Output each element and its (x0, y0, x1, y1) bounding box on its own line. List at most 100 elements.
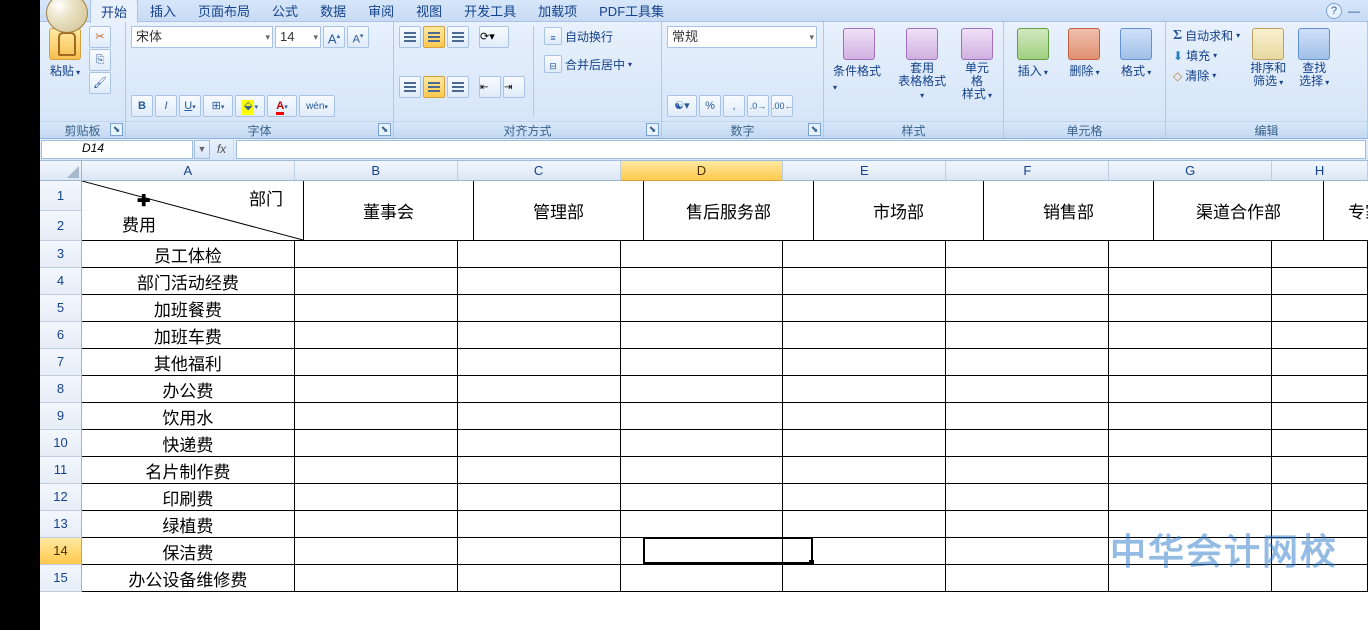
cell-A9[interactable]: 饮用水 (82, 403, 295, 430)
cell-C7[interactable] (458, 349, 621, 376)
cell-H4[interactable] (1272, 268, 1368, 295)
cell-A14[interactable]: 保洁费 (82, 538, 295, 565)
align-middle-button[interactable] (423, 26, 445, 48)
cell-B13[interactable] (295, 511, 458, 538)
cell-G6[interactable] (1109, 322, 1272, 349)
cell-D14[interactable] (621, 538, 784, 565)
cell-C6[interactable] (458, 322, 621, 349)
cell-G7[interactable] (1109, 349, 1272, 376)
cell-E3[interactable] (783, 241, 946, 268)
cell-A3[interactable]: 员工体检 (82, 241, 295, 268)
cell-H8[interactable] (1272, 376, 1368, 403)
cell-A6[interactable]: 加班车费 (82, 322, 295, 349)
font-launcher[interactable]: ⬊ (378, 123, 391, 136)
cell-D3[interactable] (621, 241, 784, 268)
tab-2[interactable]: 页面布局 (188, 0, 260, 23)
cell-H5[interactable] (1272, 295, 1368, 322)
row-header-7[interactable]: 7 (40, 349, 82, 376)
align-center-button[interactable] (423, 76, 445, 98)
row-header-3[interactable]: 3 (40, 241, 82, 268)
cell-D5[interactable] (621, 295, 784, 322)
dept-header-2[interactable]: 售后服务部 (644, 181, 814, 241)
name-box[interactable]: D14 (41, 140, 193, 159)
font-color-button[interactable]: A▾ (267, 95, 297, 117)
cell-B12[interactable] (295, 484, 458, 511)
cell-F4[interactable] (946, 268, 1109, 295)
help-icon[interactable]: ? (1326, 3, 1342, 19)
sort-filter-button[interactable]: 排序和 筛选 (1246, 26, 1290, 90)
cell-G10[interactable] (1109, 430, 1272, 457)
cell-G4[interactable] (1109, 268, 1272, 295)
row-header-13[interactable]: 13 (40, 511, 82, 538)
tab-9[interactable]: PDF工具集 (589, 0, 674, 23)
cell-C8[interactable] (458, 376, 621, 403)
align-right-button[interactable] (447, 76, 469, 98)
cell-F9[interactable] (946, 403, 1109, 430)
format-painter-button[interactable]: 🖌 (89, 72, 111, 94)
align-left-button[interactable] (399, 76, 421, 98)
orientation-button[interactable]: ⟳▾ (479, 26, 509, 48)
bold-button[interactable]: B (131, 95, 153, 117)
col-header-C[interactable]: C (458, 161, 621, 181)
cell-D8[interactable] (621, 376, 784, 403)
increase-indent-button[interactable]: ⇥ (503, 76, 525, 98)
cell-D10[interactable] (621, 430, 784, 457)
cell-C11[interactable] (458, 457, 621, 484)
cell-H15[interactable] (1272, 565, 1368, 592)
cell-G15[interactable] (1109, 565, 1272, 592)
row-header-4[interactable]: 4 (40, 268, 82, 295)
cell-F5[interactable] (946, 295, 1109, 322)
cell-D11[interactable] (621, 457, 784, 484)
tab-7[interactable]: 开发工具 (454, 0, 526, 23)
cell-B11[interactable] (295, 457, 458, 484)
cell-F13[interactable] (946, 511, 1109, 538)
cell-H13[interactable] (1272, 511, 1368, 538)
format-as-table-button[interactable]: 套用 表格格式 (892, 26, 951, 104)
cell-B7[interactable] (295, 349, 458, 376)
col-header-E[interactable]: E (783, 161, 946, 181)
align-bottom-button[interactable] (447, 26, 469, 48)
diagonal-header-cell[interactable]: 部门费用 (82, 181, 304, 241)
cell-C12[interactable] (458, 484, 621, 511)
tab-5[interactable]: 审阅 (358, 0, 404, 23)
cell-C14[interactable] (458, 538, 621, 565)
cell-H6[interactable] (1272, 322, 1368, 349)
cell-C5[interactable] (458, 295, 621, 322)
cell-E10[interactable] (783, 430, 946, 457)
cell-B8[interactable] (295, 376, 458, 403)
tab-1[interactable]: 插入 (140, 0, 186, 23)
paste-button[interactable]: 粘贴 (45, 26, 85, 81)
cell-F10[interactable] (946, 430, 1109, 457)
cell-E11[interactable] (783, 457, 946, 484)
decrease-decimal-button[interactable]: .00← (771, 95, 793, 117)
cell-G14[interactable] (1109, 538, 1272, 565)
increase-font-button[interactable]: A▴ (323, 26, 345, 48)
row-header-11[interactable]: 11 (40, 457, 82, 484)
cell-styles-button[interactable]: 单元格 样式 (956, 26, 998, 104)
cell-E8[interactable] (783, 376, 946, 403)
cell-A5[interactable]: 加班餐费 (82, 295, 295, 322)
tab-0[interactable]: 开始 (90, 0, 138, 23)
cell-A12[interactable]: 印刷费 (82, 484, 295, 511)
name-box-dropdown[interactable]: ▼ (194, 140, 210, 159)
cell-C9[interactable] (458, 403, 621, 430)
cell-E9[interactable] (783, 403, 946, 430)
cell-A4[interactable]: 部门活动经费 (82, 268, 295, 295)
number-format-combo[interactable]: 常规 (667, 26, 817, 48)
spreadsheet-grid[interactable]: ABCDEFGH 123456789101112131415 部门费用董事会管理… (40, 161, 1368, 630)
fill-color-button[interactable]: ⬙▾ (235, 95, 265, 117)
fx-button[interactable]: fx (210, 139, 234, 160)
delete-cells-button[interactable]: 删除 (1064, 26, 1104, 81)
font-name-combo[interactable]: 宋体 (131, 26, 273, 48)
cell-F6[interactable] (946, 322, 1109, 349)
cell-A8[interactable]: 办公费 (82, 376, 295, 403)
row-header-5[interactable]: 5 (40, 295, 82, 322)
select-all-corner[interactable] (40, 161, 82, 181)
cell-C4[interactable] (458, 268, 621, 295)
cell-B10[interactable] (295, 430, 458, 457)
cell-H9[interactable] (1272, 403, 1368, 430)
cell-A7[interactable]: 其他福利 (82, 349, 295, 376)
cell-E7[interactable] (783, 349, 946, 376)
cell-D15[interactable] (621, 565, 784, 592)
col-header-A[interactable]: A (82, 161, 295, 181)
